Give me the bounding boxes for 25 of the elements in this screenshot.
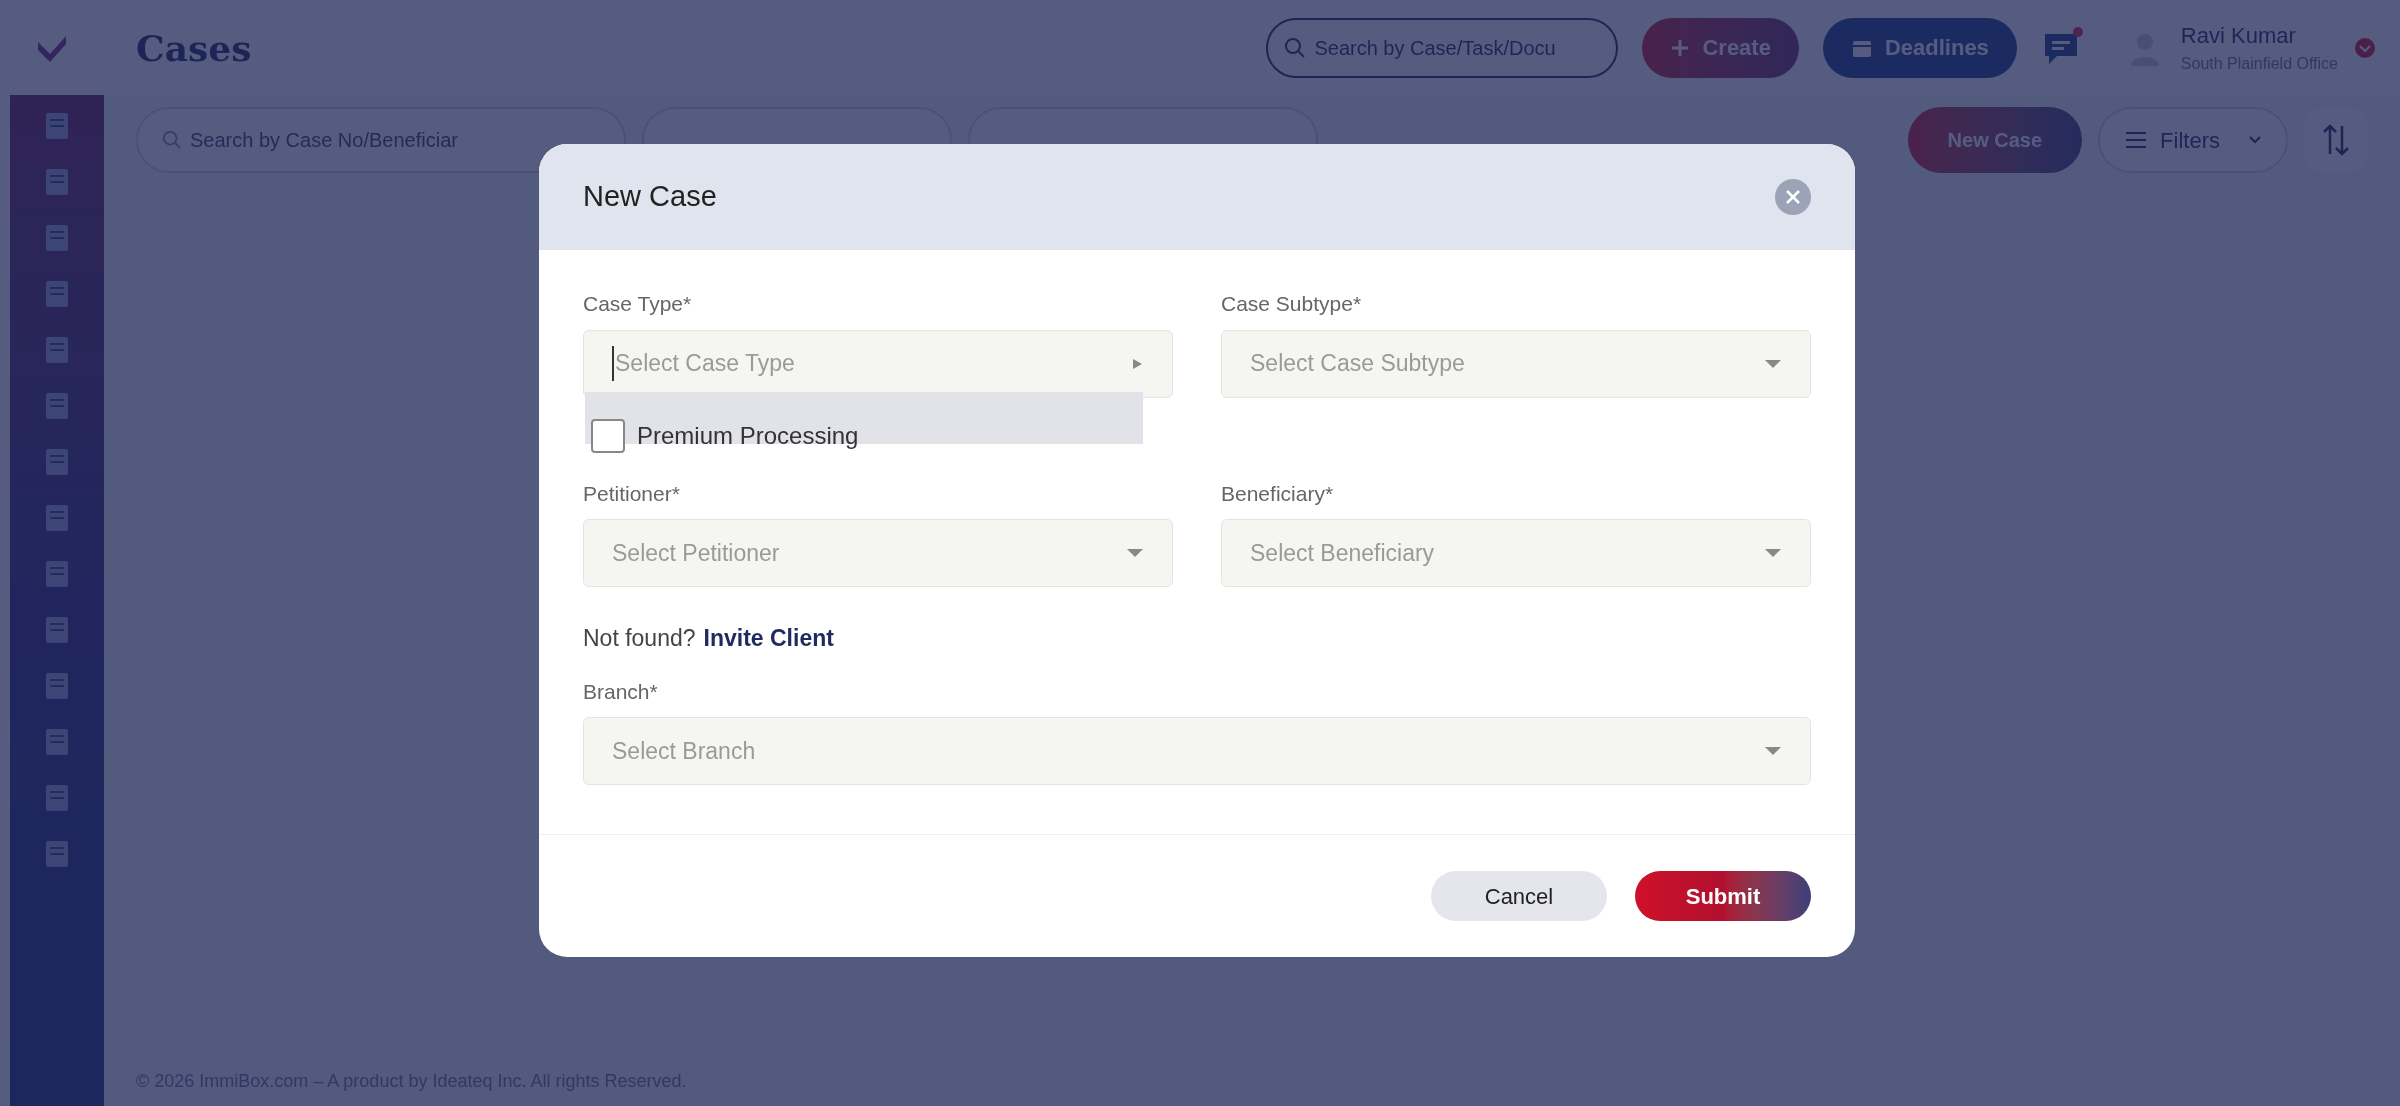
caret-down-icon (1126, 548, 1144, 558)
select-field[interactable]: Select Beneficiary (1221, 519, 1811, 587)
field-label: Case Subtype* (1221, 291, 1363, 317)
not-found-text: Not found? (583, 624, 696, 653)
submit-button[interactable]: Submit (1635, 871, 1811, 921)
field-label: Case Type* (583, 291, 693, 317)
caret-down-icon (1764, 358, 1782, 369)
select-field[interactable]: Select Petitioner (583, 519, 1173, 587)
select-field[interactable]: Select Branch (583, 717, 1811, 785)
checkbox[interactable] (591, 418, 625, 453)
modal-title: New Case (583, 179, 717, 215)
caret-right-icon (1130, 356, 1144, 371)
cancel-button[interactable]: Cancel (1431, 871, 1607, 921)
user-name: Ravi Kumar (2180, 22, 2297, 50)
close-icon[interactable] (1775, 179, 1811, 215)
page-title: Cases (136, 25, 252, 71)
select-field[interactable]: Select Case Subtype (1221, 329, 1811, 398)
select-field[interactable]: Select Case Type (583, 329, 1173, 398)
caret-down-icon (1764, 548, 1782, 558)
premium-processing-checkbox[interactable]: Premium Processing (591, 417, 859, 454)
field-label: Branch* (583, 678, 659, 705)
caret-down-icon (1764, 746, 1782, 756)
field-label: Beneficiary* (1221, 480, 1335, 507)
field-label: Petitioner* (583, 480, 681, 507)
invite-client-link[interactable]: Invite Client (703, 621, 834, 656)
